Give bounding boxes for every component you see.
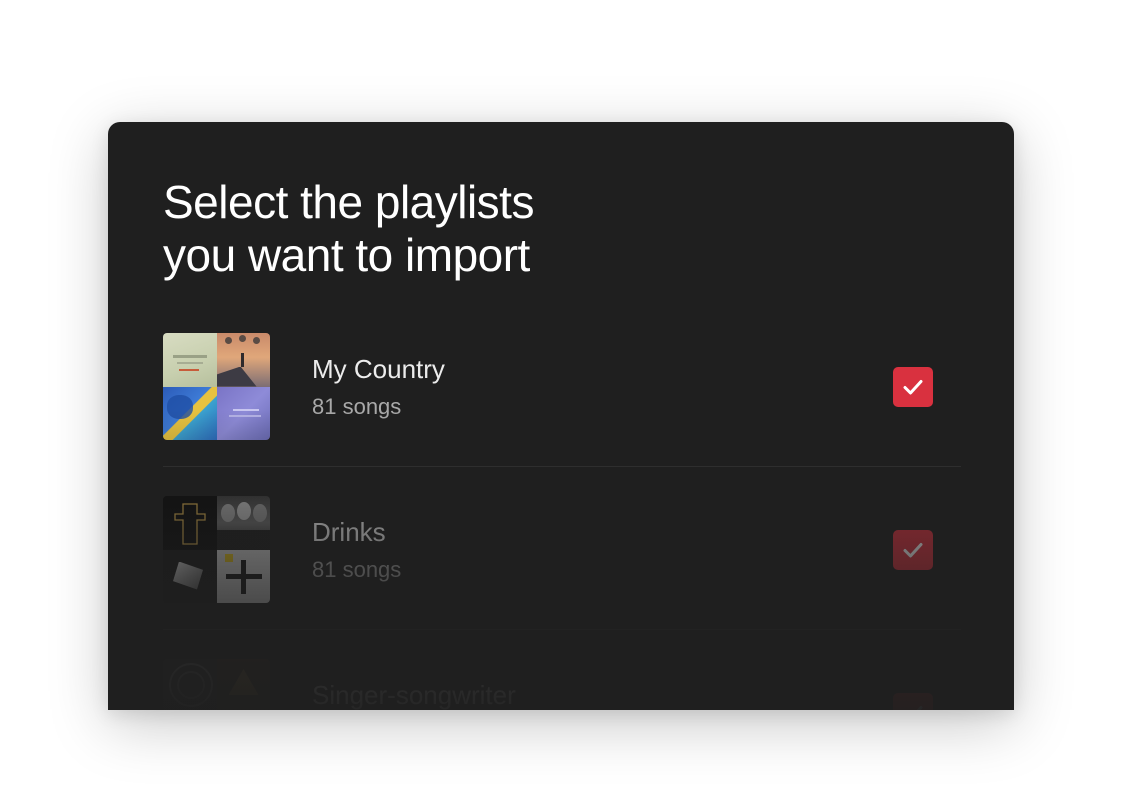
cover-tile: [216, 496, 270, 550]
import-playlists-dialog: Select the playlists you want to import: [108, 122, 1014, 710]
playlist-row[interactable]: Singer-songwriter: [163, 659, 961, 710]
playlist-checkbox[interactable]: [893, 693, 933, 710]
cover-tile: [216, 386, 270, 440]
playlist-cover-art: [163, 496, 270, 603]
title-line-2: you want to import: [163, 229, 530, 281]
playlist-name: Drinks: [312, 517, 386, 547]
title-line-1: Select the playlists: [163, 176, 534, 228]
cover-tile: [216, 549, 270, 603]
playlist-name: Singer-songwriter: [312, 680, 516, 710]
playlist-name: My Country: [312, 354, 445, 384]
cover-tile: [163, 496, 217, 550]
cover-tile: [163, 333, 217, 387]
playlist-cover-art: [163, 333, 270, 440]
page-background: Select the playlists you want to import: [0, 0, 1122, 804]
playlist-row[interactable]: Drinks 81 songs: [163, 496, 961, 630]
checkmark-icon: [903, 543, 923, 558]
row-divider: [163, 629, 961, 630]
playlist-song-count: 81 songs: [312, 557, 402, 582]
playlist-row[interactable]: My Country 81 songs: [163, 333, 961, 467]
row-divider: [163, 466, 961, 467]
cover-tile: [216, 333, 270, 387]
cover-tile: [163, 386, 217, 440]
playlist-checkbox[interactable]: [893, 530, 933, 570]
cover-tile: [216, 659, 270, 710]
playlist-cover-art: [163, 659, 270, 710]
playlist-checkbox[interactable]: [893, 367, 933, 407]
checkmark-icon: [916, 706, 923, 710]
checkmark-icon: [903, 380, 923, 395]
playlist-song-count: 81 songs: [312, 394, 402, 419]
dialog-title: Select the playlists you want to import: [163, 176, 683, 282]
cover-tile: [163, 659, 217, 710]
cover-tile: [163, 549, 217, 603]
